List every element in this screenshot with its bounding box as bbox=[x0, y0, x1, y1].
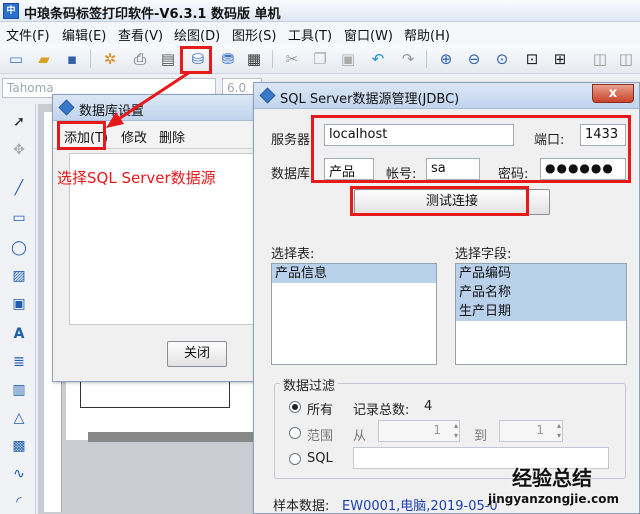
database-label: 数据库 bbox=[271, 167, 311, 182]
barcode-tool-icon[interactable]: ▥ bbox=[9, 380, 29, 400]
total-records-value: 4 bbox=[424, 399, 433, 414]
server-input[interactable]: localhost bbox=[324, 124, 514, 146]
tables-list[interactable]: 产品信息 bbox=[271, 263, 437, 365]
copy-icon[interactable]: ❐ bbox=[310, 49, 330, 69]
total-records-label: 记录总数: bbox=[353, 403, 410, 418]
menu-bar: 文件(F) 编辑(E) 查看(V) 绘图(D) 图形(S) 工具(T) 窗口(W… bbox=[0, 22, 640, 44]
page-shadow bbox=[88, 432, 258, 442]
account-label: 帐号: bbox=[386, 167, 417, 182]
database-icon[interactable]: ⛁ bbox=[188, 49, 208, 69]
undo-icon[interactable]: ↶ bbox=[368, 49, 388, 69]
watermark-brand: 经验总结 bbox=[512, 466, 592, 490]
watermark-url: jingyanzongjie.com bbox=[488, 492, 619, 506]
app-logo-icon: 中 bbox=[3, 3, 19, 19]
arc-tool-icon[interactable]: ◜ bbox=[9, 492, 29, 512]
menu-shape[interactable]: 图形(S) bbox=[232, 25, 276, 44]
menu-view[interactable]: 查看(V) bbox=[118, 25, 163, 44]
zoom-out-icon[interactable]: ⊖ bbox=[464, 49, 484, 69]
filter-range-radio[interactable] bbox=[289, 427, 301, 439]
distribute-icon[interactable]: ◫ bbox=[616, 49, 636, 69]
redo-icon[interactable]: ↷ bbox=[398, 49, 418, 69]
server-label: 服务器 bbox=[271, 133, 311, 148]
app-title: 中琅条码标签打印软件-V6.3.1 数码版 单机 bbox=[24, 7, 281, 22]
settings-gear-icon[interactable]: ✲ bbox=[100, 49, 120, 69]
left-drawing-toolbar: ➚ ✥ ╱ ▭ ◯ ▨ ▣ A ≣ ▥ △ ▩ ∿ ◜ bbox=[0, 104, 36, 514]
port-input[interactable]: 1433 bbox=[580, 124, 626, 146]
filter-range-label[interactable]: 范围 bbox=[307, 425, 333, 444]
rotate-tool-icon[interactable]: ✥ bbox=[9, 140, 29, 160]
pointer-tool-icon[interactable]: ➚ bbox=[9, 112, 29, 132]
curve-tool-icon[interactable]: ∿ bbox=[9, 464, 29, 484]
tables-label: 选择表: bbox=[271, 247, 315, 262]
new-file-icon[interactable]: ▭ bbox=[6, 49, 26, 69]
filter-sql-label[interactable]: SQL bbox=[307, 451, 333, 466]
menu-help[interactable]: 帮助(H) bbox=[404, 25, 450, 44]
open-folder-icon[interactable]: ▰ bbox=[34, 49, 54, 69]
qrcode-tool-icon[interactable]: ▩ bbox=[9, 436, 29, 456]
menu-file[interactable]: 文件(F) bbox=[6, 25, 50, 44]
close-button[interactable]: 关闭 bbox=[167, 341, 227, 367]
polygon-tool-icon[interactable]: △ bbox=[9, 408, 29, 428]
field-item[interactable]: 产品名称 bbox=[456, 283, 626, 302]
app-title-bar: 中 中琅条码标签打印软件-V6.3.1 数码版 单机 bbox=[0, 0, 640, 22]
sql-dialog-title: SQL Server数据源管理(JDBC) bbox=[280, 92, 460, 107]
sample-data-label: 样本数据: bbox=[273, 499, 330, 514]
database-connect-icon[interactable]: ⛃ bbox=[218, 49, 238, 69]
range-from-label: 从 bbox=[353, 429, 367, 444]
menu-tools[interactable]: 工具(T) bbox=[288, 25, 332, 44]
zoom-in-icon[interactable]: ⊕ bbox=[436, 49, 456, 69]
menu-edit[interactable]: 编辑(E) bbox=[62, 25, 106, 44]
align-icon[interactable]: ◫ bbox=[590, 49, 610, 69]
rich-text-tool-icon[interactable]: ≣ bbox=[9, 352, 29, 372]
annotation-arrow-icon bbox=[106, 70, 191, 128]
table-item[interactable]: 产品信息 bbox=[272, 264, 436, 283]
paste-icon[interactable]: ▣ bbox=[338, 49, 358, 69]
ellipse-tool-icon[interactable]: ◯ bbox=[9, 238, 29, 258]
database-window-icon bbox=[58, 99, 75, 116]
fields-label: 选择字段: bbox=[455, 247, 512, 262]
menu-window[interactable]: 窗口(W) bbox=[344, 25, 393, 44]
filter-all-label[interactable]: 所有 bbox=[307, 399, 333, 418]
sample-data-value: EW0001,电脑,2019-05-0 bbox=[342, 499, 498, 514]
sql-server-dialog: SQL Server数据源管理(JDBC) x 服务器 localhost 端口… bbox=[253, 82, 640, 514]
filter-sql-radio[interactable] bbox=[289, 453, 301, 465]
password-label: 密码: bbox=[498, 167, 529, 182]
save-icon[interactable]: ▪ bbox=[62, 49, 82, 69]
fields-list[interactable]: 产品编码 产品名称 生产日期 bbox=[455, 263, 627, 365]
fit-width-icon[interactable]: ⊞ bbox=[550, 49, 570, 69]
field-item[interactable]: 产品编码 bbox=[456, 264, 626, 283]
sql-dialog-icon bbox=[259, 87, 276, 104]
account-input[interactable]: sa bbox=[426, 158, 480, 180]
test-connection-button[interactable]: 测试连接 bbox=[354, 189, 550, 215]
data-filter-title: 数据过滤 bbox=[280, 375, 339, 394]
database-input[interactable]: 产品 bbox=[324, 158, 374, 180]
image-frame-tool-icon[interactable]: ▣ bbox=[9, 294, 29, 314]
grid-icon[interactable]: ▦ bbox=[244, 49, 264, 69]
range-to-label: 到 bbox=[474, 429, 488, 444]
field-item[interactable]: 生产日期 bbox=[456, 302, 626, 321]
image-tool-icon[interactable]: ▨ bbox=[9, 266, 29, 286]
range-from-spinner[interactable]: 1 bbox=[378, 420, 460, 442]
filter-all-radio[interactable] bbox=[289, 401, 301, 413]
zoom-actual-icon[interactable]: ⊙ bbox=[492, 49, 512, 69]
label-frame bbox=[80, 378, 230, 408]
range-to-spinner[interactable]: 1 bbox=[499, 420, 563, 442]
print-preview-icon[interactable]: ▤ bbox=[158, 49, 178, 69]
annotation-text: 选择SQL Server数据源 bbox=[57, 169, 216, 187]
port-label: 端口: bbox=[534, 133, 565, 148]
menu-draw[interactable]: 绘图(D) bbox=[174, 25, 220, 44]
cut-icon[interactable]: ✂ bbox=[282, 49, 302, 69]
sql-dialog-titlebar: SQL Server数据源管理(JDBC) x bbox=[254, 83, 639, 109]
line-tool-icon[interactable]: ╱ bbox=[9, 178, 29, 198]
dialog-close-icon[interactable]: x bbox=[592, 84, 634, 103]
password-input[interactable]: ●●●●●● bbox=[540, 158, 626, 180]
rectangle-tool-icon[interactable]: ▭ bbox=[9, 208, 29, 228]
fit-page-icon[interactable]: ⊡ bbox=[522, 49, 542, 69]
text-tool-icon[interactable]: A bbox=[9, 324, 29, 344]
print-icon[interactable]: ⎙ bbox=[130, 49, 150, 69]
